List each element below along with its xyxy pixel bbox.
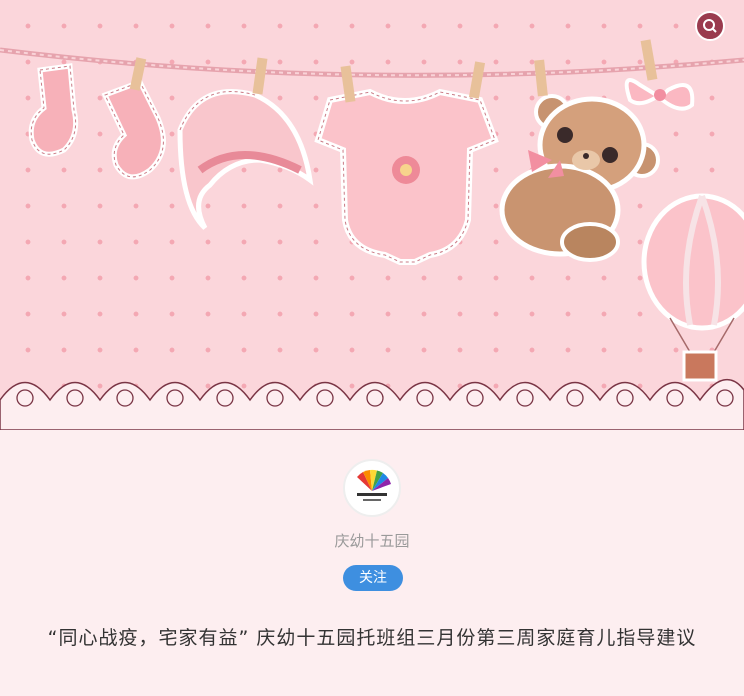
header-banner xyxy=(0,0,744,430)
hot-air-balloon-illustration xyxy=(641,193,744,382)
search-icon xyxy=(703,19,717,33)
search-button[interactable] xyxy=(695,11,725,41)
account-name: 庆幼十五园 xyxy=(334,532,410,550)
baby-hat-illustration xyxy=(177,57,314,230)
kindergarten-logo xyxy=(357,469,391,501)
sock-right-illustration xyxy=(101,57,166,180)
baby-clothesline-illustration xyxy=(0,39,744,430)
follow-button[interactable]: 关注 xyxy=(343,565,403,591)
pink-bow-illustration xyxy=(624,39,695,111)
account-avatar[interactable] xyxy=(343,459,401,517)
onesie-illustration xyxy=(314,61,499,265)
article-title: “同心战疫，宅家有益” 庆幼十五园托班组三月份第三周家庭育儿指导建议 xyxy=(47,627,697,649)
sock-left-illustration xyxy=(28,63,79,157)
